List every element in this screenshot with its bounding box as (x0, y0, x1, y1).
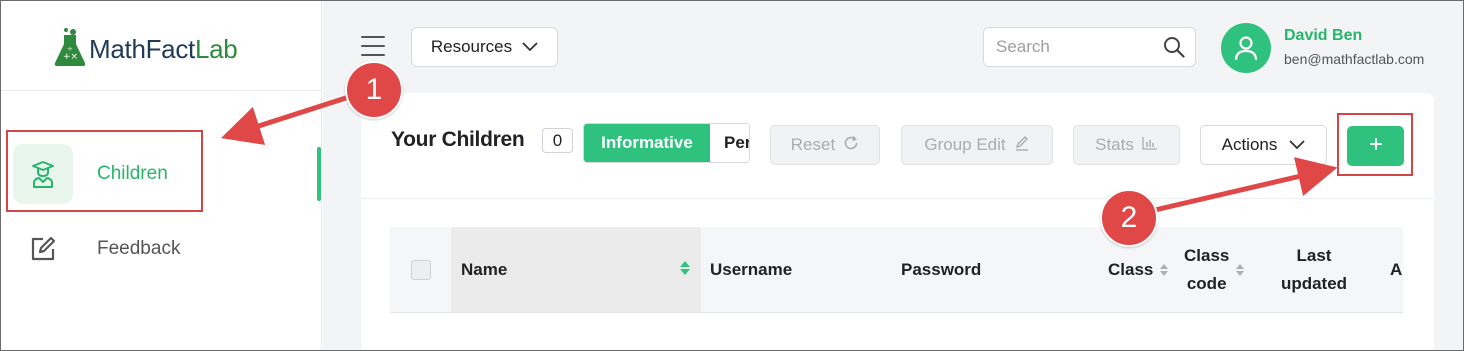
select-all-checkbox[interactable] (411, 260, 431, 280)
column-header-last-updated[interactable]: Last updated (1276, 227, 1352, 312)
card-divider (361, 198, 1434, 199)
group-edit-label: Group Edit (924, 135, 1006, 154)
chevron-down-icon (1289, 135, 1306, 155)
sidebar: +× ÷ MathFactLab Children Feedback (1, 1, 322, 350)
student-icon (13, 144, 73, 204)
sidebar-item-label: Feedback (97, 238, 181, 259)
column-last-updated-label-1: Last (1296, 246, 1332, 265)
main-content: Resources David Ben ben@mathfactlab.com … (323, 1, 1463, 351)
resources-dropdown[interactable]: Resources (411, 27, 558, 67)
svg-text:+×: +× (63, 52, 78, 62)
edit-icon (13, 219, 73, 279)
column-header-class[interactable]: Class (1108, 227, 1169, 312)
search-icon[interactable] (1163, 36, 1185, 63)
add-child-button[interactable] (1347, 126, 1404, 166)
page-title: Your Children (391, 128, 525, 151)
logo-wordmark: MathFactLab (89, 34, 238, 64)
user-name[interactable]: David Ben (1284, 27, 1362, 45)
hamburger-menu-icon[interactable] (361, 36, 385, 56)
sidebar-item-feedback[interactable]: Feedback (13, 219, 313, 279)
table-header: Name Username Password Class Class code (390, 227, 1403, 313)
toggle-performance[interactable]: Per (710, 124, 749, 162)
select-all-cell (411, 227, 431, 312)
reset-button[interactable]: Reset (770, 125, 880, 165)
search-box[interactable] (983, 27, 1196, 67)
user-email: ben@mathfactlab.com (1284, 51, 1425, 67)
column-header-password[interactable]: Password (901, 227, 981, 312)
refresh-icon (843, 135, 859, 156)
column-header-username[interactable]: Username (710, 227, 792, 312)
sort-icon[interactable] (1159, 262, 1169, 278)
column-name-label: Name (461, 260, 508, 279)
app-logo[interactable]: +× ÷ MathFactLab (53, 27, 238, 72)
column-header-actions: Ac (1390, 260, 1403, 279)
resources-label: Resources (430, 37, 513, 56)
stats-button[interactable]: Stats (1073, 125, 1180, 165)
toggle-informative[interactable]: Informative (584, 124, 710, 162)
children-count-badge: 0 (542, 128, 573, 153)
pencil-icon (1014, 135, 1030, 156)
column-class-code-label-1: Class (1184, 246, 1230, 265)
column-class-code-label-2: code (1186, 274, 1227, 293)
flask-logo-icon: +× ÷ (53, 27, 87, 72)
bar-chart-icon (1142, 135, 1158, 155)
column-header-class-code[interactable]: Class code (1184, 227, 1264, 312)
view-mode-toggle: Informative Per (583, 123, 750, 163)
sidebar-item-label: Children (97, 163, 168, 184)
user-avatar[interactable] (1221, 23, 1271, 73)
svg-text:÷: ÷ (67, 45, 73, 53)
active-scroll-indicator (317, 147, 321, 201)
reset-label: Reset (790, 135, 836, 154)
sidebar-divider (1, 90, 322, 91)
group-edit-button[interactable]: Group Edit (901, 125, 1053, 165)
children-card: Your Children 0 Informative Per Reset Gr… (361, 93, 1434, 351)
column-header-name[interactable]: Name (451, 227, 701, 312)
column-last-updated-label-2: updated (1280, 274, 1348, 293)
chevron-down-icon (522, 37, 538, 57)
sidebar-item-children[interactable]: Children (13, 144, 313, 204)
sort-icon[interactable] (1235, 262, 1245, 278)
plus-icon (1368, 136, 1384, 157)
actions-label: Actions (1221, 135, 1278, 154)
sort-icon[interactable] (679, 260, 691, 281)
search-input[interactable] (996, 37, 1146, 57)
actions-dropdown[interactable]: Actions (1200, 125, 1327, 165)
stats-label: Stats (1095, 135, 1134, 154)
column-class-label: Class (1108, 260, 1154, 279)
